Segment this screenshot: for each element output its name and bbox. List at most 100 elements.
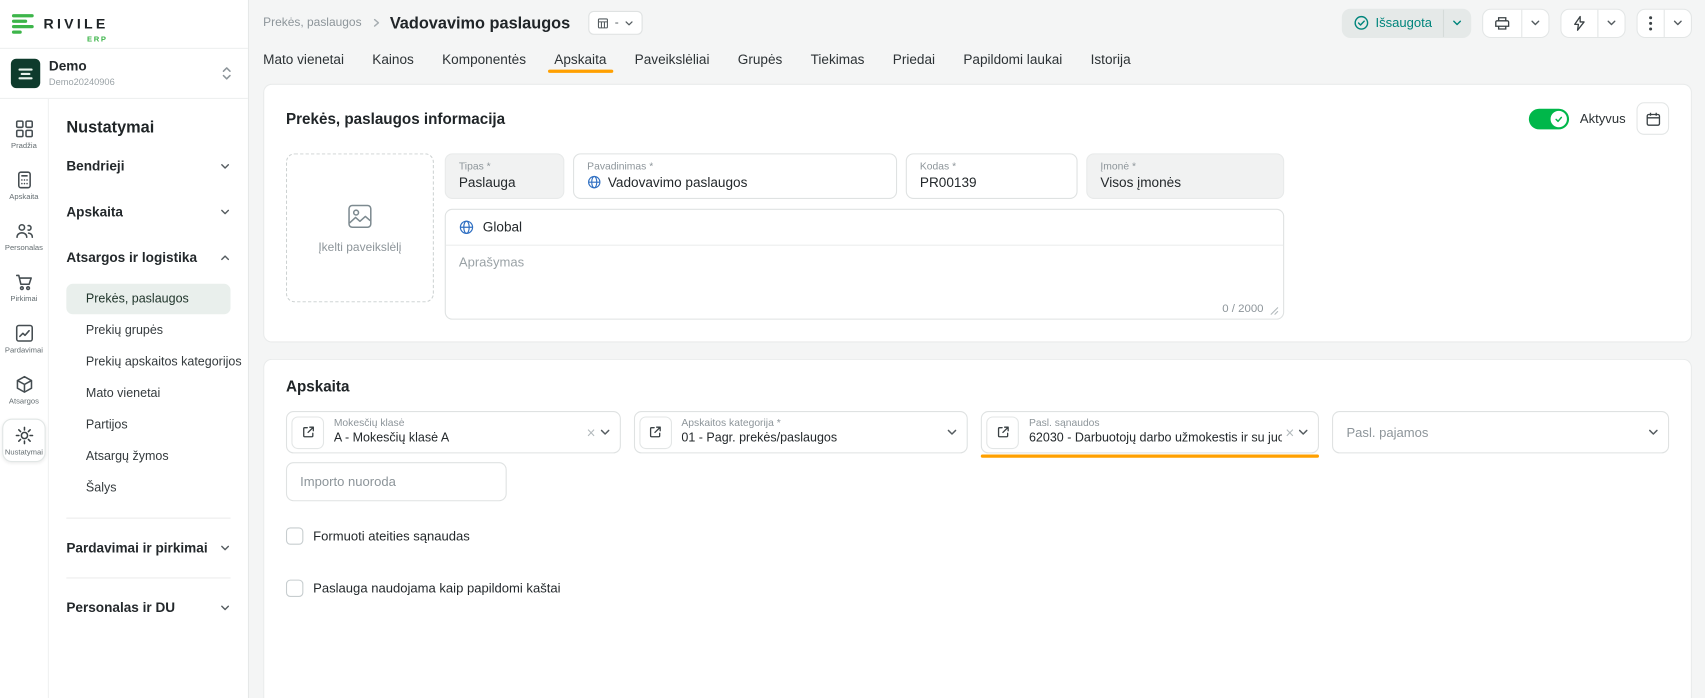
globe-icon (459, 220, 474, 235)
sidebar-item-atsargu-zymos[interactable]: Atsargų žymos (66, 441, 230, 471)
select-pasl-pajamos[interactable]: Pasl. pajamos (1332, 411, 1669, 453)
description-language-selector[interactable]: Global (446, 210, 1283, 246)
tab-grupes[interactable]: Grupės (724, 46, 797, 73)
sidebar-nav: Pradžia Apskaita Personalas Pirkimai Par… (0, 99, 248, 698)
rail-item-pardavimai[interactable]: Pardavimai (2, 316, 45, 359)
select-pasl-sanaudos[interactable]: Pasl. sąnaudos 62030 - Darbuotojų darbo … (981, 411, 1319, 453)
description-textarea[interactable]: Aprašymas (446, 246, 1283, 303)
rivile-logo-icon (12, 14, 34, 34)
tab-mato-vienetai[interactable]: Mato vienetai (263, 46, 358, 73)
field-kodas[interactable]: Kodas * PR00139 (906, 153, 1078, 199)
importo-nuoroda-input[interactable] (286, 462, 507, 501)
product-info-card: Prekės, paslaugos informacija Aktyvus (263, 84, 1692, 343)
sidebar-item-partijos[interactable]: Partijos (66, 410, 230, 440)
sidebar-section-personalas-ir-du[interactable]: Personalas ir DU (66, 585, 237, 631)
save-status-button[interactable]: Išsaugota (1342, 8, 1471, 37)
more-menu-button[interactable] (1636, 8, 1691, 37)
check-icon (1554, 114, 1564, 124)
view-selector[interactable]: - (589, 11, 643, 35)
sidebar-section-atsargos-ir-logistika[interactable]: Atsargos ir logistika (66, 235, 237, 281)
tab-papildomi-laukai[interactable]: Papildomi laukai (949, 46, 1076, 73)
home-grid-icon (14, 119, 35, 140)
cart-icon (14, 272, 35, 293)
sidebar-item-prekiu-grupes[interactable]: Prekių grupės (66, 315, 230, 345)
page-content: Prekės, paslaugos informacija Aktyvus (249, 73, 1705, 698)
main-area: Prekės, paslaugos Vadovavimo paslaugos -… (249, 0, 1705, 698)
settings-panel: Nustatymai Bendrieji Apskaita Atsargos i… (49, 99, 248, 698)
rail-item-pirkimai[interactable]: Pirkimai (2, 265, 45, 308)
rail-item-pradzia[interactable]: Pradžia (2, 112, 45, 155)
brand-logo[interactable]: RIVILE ERP (0, 0, 248, 48)
top-bar: Prekės, paslaugos Vadovavimo paslaugos -… (249, 0, 1705, 46)
rail-item-personalas[interactable]: Personalas (2, 214, 45, 257)
tab-komponentes[interactable]: Komponentės (428, 46, 540, 73)
rail-item-atsargos[interactable]: Atsargos (2, 368, 45, 411)
calculator-icon (14, 170, 35, 191)
chevron-down-icon (946, 426, 958, 438)
tab-apskaita[interactable]: Apskaita (540, 46, 620, 73)
tab-kainos[interactable]: Kainos (358, 46, 428, 73)
checkbox-paslauga-papildomi-kastai[interactable]: Paslauga naudojama kaip papildomi kaštai (286, 580, 1669, 597)
open-external-button[interactable] (987, 416, 1020, 449)
external-link-icon (648, 425, 662, 439)
chevron-updown-icon[interactable] (216, 62, 237, 85)
divider (66, 577, 230, 578)
sidebar-item-salys[interactable]: Šalys (66, 473, 230, 503)
clear-icon[interactable]: × (1282, 425, 1297, 440)
actions-dropdown[interactable] (1597, 9, 1624, 36)
field-pavadinimas[interactable]: Pavadinimas * Vadovavimo paslaugos (573, 153, 897, 199)
select-mokesciu-klase[interactable]: Mokesčių klasė A - Mokesčių klasė A × (286, 411, 621, 453)
clear-icon[interactable]: × (583, 425, 598, 440)
brand-name: RIVILE (43, 15, 108, 31)
sidebar-item-prekes-paslaugos[interactable]: Prekės, paslaugos (66, 284, 230, 314)
save-options-dropdown[interactable] (1443, 9, 1470, 36)
workspace-avatar (11, 59, 40, 88)
more-menu-dropdown[interactable] (1664, 9, 1691, 36)
open-external-button[interactable] (291, 416, 324, 449)
resize-handle[interactable] (1270, 307, 1279, 316)
sidebar: RIVILE ERP Demo Demo20240906 Pradžia (0, 0, 249, 698)
checkbox-box[interactable] (286, 527, 303, 544)
chevron-down-icon (624, 18, 634, 28)
external-link-icon (996, 425, 1010, 439)
sidebar-item-prekiu-apskaitos-kategorijos[interactable]: Prekių apskaitos kategorijos (66, 347, 230, 377)
sidebar-section-bendrieji[interactable]: Bendrieji (66, 144, 237, 190)
active-toggle[interactable] (1529, 108, 1569, 129)
globe-icon (587, 176, 601, 190)
sidebar-section-apskaita[interactable]: Apskaita (66, 189, 237, 235)
upload-label: Įkelti paveikslėlį (318, 241, 401, 254)
chevron-down-icon (1530, 17, 1541, 28)
sidebar-item-mato-vienetai[interactable]: Mato vienetai (66, 378, 230, 408)
field-imone: Įmonė * Visos įmonės (1086, 153, 1284, 199)
checkbox-formuoti-ateities-sanaudas[interactable]: Formuoti ateities sąnaudas (286, 527, 1669, 544)
topbar-actions: Išsaugota (1342, 8, 1692, 37)
print-options-dropdown[interactable] (1521, 9, 1548, 36)
tab-istorija[interactable]: Istorija (1076, 46, 1144, 73)
chevron-down-icon (220, 161, 231, 172)
actions-button[interactable] (1560, 8, 1625, 37)
rail-item-apskaita[interactable]: Apskaita (2, 163, 45, 206)
print-button[interactable] (1482, 8, 1549, 37)
sidebar-section-pardavimai-ir-pirkimai[interactable]: Pardavimai ir pirkimai (66, 525, 237, 571)
workspace-switcher[interactable]: Demo Demo20240906 (0, 48, 248, 99)
breadcrumb[interactable]: Prekės, paslaugos (263, 16, 361, 29)
description-placeholder: Aprašymas (459, 254, 524, 269)
calendar-button[interactable] (1636, 102, 1669, 135)
sidebar-section-items: Prekės, paslaugos Prekių grupės Prekių a… (66, 281, 237, 512)
chevron-right-icon (371, 17, 380, 28)
select-apskaitos-kategorija[interactable]: Apskaitos kategorija * 01 - Pagr. prekės… (634, 411, 969, 453)
checkbox-box[interactable] (286, 580, 303, 597)
workspace-id: Demo20240906 (49, 76, 115, 88)
tab-tiekimas[interactable]: Tiekimas (796, 46, 878, 73)
rail-item-nustatymai[interactable]: Nustatymai (2, 419, 45, 462)
tab-paveiksleliai[interactable]: Paveikslėliai (621, 46, 724, 73)
image-upload-dropzone[interactable]: Įkelti paveikslėlį (286, 153, 434, 302)
card-title: Prekės, paslaugos informacija (286, 110, 505, 127)
active-toggle-label: Aktyvus (1580, 111, 1626, 126)
chevron-down-icon (220, 543, 231, 554)
chevron-down-icon (220, 602, 231, 613)
char-counter: 0 / 2000 (1222, 302, 1263, 315)
open-external-button[interactable] (639, 416, 672, 449)
tab-priedai[interactable]: Priedai (879, 46, 950, 73)
chevron-down-icon (1647, 426, 1659, 438)
